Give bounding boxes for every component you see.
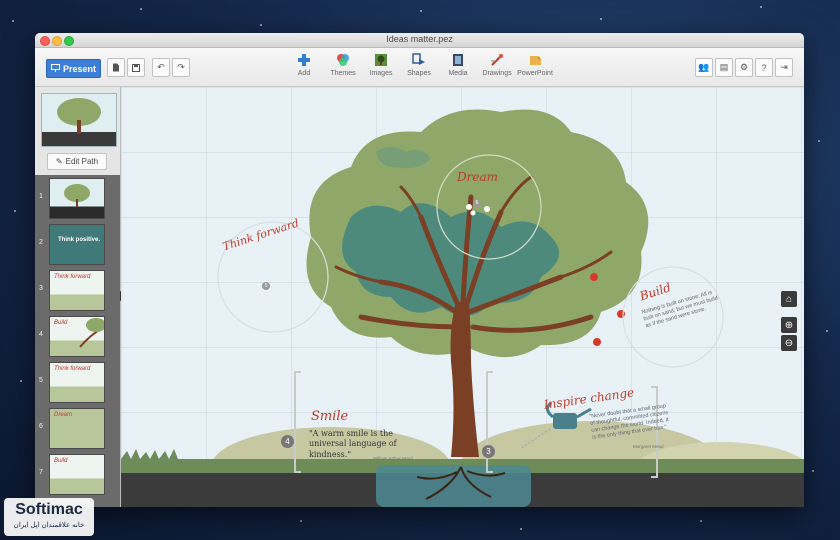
slide-number: 4 bbox=[39, 331, 43, 338]
print-button[interactable]: ▤ bbox=[715, 58, 733, 77]
overview-thumbnail[interactable] bbox=[41, 93, 117, 147]
smile-title: Smile bbox=[311, 409, 349, 424]
tool-themes[interactable]: Themes bbox=[325, 53, 361, 77]
app-window: Ideas matter.pez Present ↶ ↷ Add Themes … bbox=[35, 33, 804, 507]
save-button[interactable] bbox=[127, 58, 145, 77]
images-icon bbox=[375, 54, 387, 66]
redo-icon: ↷ bbox=[177, 62, 185, 72]
tool-shapes[interactable]: Shapes bbox=[401, 53, 437, 77]
powerpoint-icon bbox=[530, 56, 541, 65]
zoom-out-button[interactable]: ⊖ bbox=[781, 335, 797, 351]
help-button[interactable]: ? bbox=[755, 58, 773, 77]
tool-images-label: Images bbox=[369, 70, 393, 77]
collaborate-button[interactable]: 👥 bbox=[695, 58, 713, 77]
watermark-tagline: خانه علاقمندان اپل ایران bbox=[13, 522, 85, 529]
home-button[interactable]: ⌂ bbox=[781, 291, 797, 307]
tool-powerpoint-label: PowerPoint bbox=[517, 70, 553, 77]
undo-button[interactable]: ↶ bbox=[152, 58, 170, 77]
slide-thumbnail-6[interactable]: Dream bbox=[49, 408, 105, 449]
slide-thumbnail-7[interactable]: Build bbox=[49, 454, 105, 495]
slide-thumbnail-1[interactable] bbox=[49, 178, 105, 219]
exit-icon: ⇥ bbox=[780, 62, 788, 72]
slide-7-title: Build bbox=[54, 458, 68, 464]
slide-thumbnail-2[interactable]: Think positive. bbox=[49, 224, 105, 265]
present-button[interactable]: Present bbox=[46, 59, 101, 78]
dream-step-number[interactable]: 6 bbox=[473, 199, 481, 207]
slide-number: 7 bbox=[39, 469, 43, 476]
smile-step-number[interactable]: 4 bbox=[281, 435, 294, 448]
zoom-out-icon: ⊖ bbox=[784, 337, 794, 349]
pencil-icon: ✎ bbox=[55, 157, 63, 166]
home-icon: ⌂ bbox=[785, 293, 793, 305]
media-icon bbox=[453, 54, 463, 66]
slide-number: 3 bbox=[39, 285, 43, 292]
tool-media-label: Media bbox=[448, 70, 468, 77]
slide-5-title: Think forward bbox=[54, 366, 91, 372]
think-forward-step-number[interactable]: 5 bbox=[262, 282, 270, 290]
tool-drawings-label: Drawings bbox=[482, 70, 512, 77]
gear-icon: ⚙ bbox=[739, 62, 749, 72]
help-icon: ? bbox=[761, 62, 767, 73]
slide-thumbnail-4[interactable]: Build bbox=[49, 316, 105, 357]
tool-media[interactable]: Media bbox=[440, 53, 476, 77]
slide-number: 2 bbox=[39, 239, 43, 246]
slide-2-title: Think positive. bbox=[58, 237, 101, 243]
zoom-in-button[interactable]: ⊕ bbox=[781, 317, 797, 333]
slide-3-title: Think forward bbox=[54, 274, 91, 280]
zoom-in-icon: ⊕ bbox=[784, 319, 794, 331]
slide-number: 6 bbox=[39, 423, 43, 430]
tool-images[interactable]: Images bbox=[363, 53, 399, 77]
title-bar: Ideas matter.pez bbox=[35, 33, 804, 48]
presentation-canvas[interactable]: Dream 6 Think forward 5 Build Nothing is… bbox=[121, 87, 804, 507]
file-icon bbox=[113, 63, 119, 72]
watermark-logo: Softimac خانه علاقمندان اپل ایران bbox=[4, 498, 94, 536]
plus-icon bbox=[298, 54, 310, 66]
print-icon: ▤ bbox=[719, 62, 729, 72]
inspire-change-step-number[interactable]: 3 bbox=[482, 445, 495, 458]
drawings-icon bbox=[491, 54, 503, 66]
themes-icon bbox=[337, 54, 349, 66]
tool-themes-label: Themes bbox=[330, 70, 356, 77]
slide-number: 5 bbox=[39, 377, 43, 384]
shapes-icon bbox=[412, 53, 425, 65]
present-label: Present bbox=[62, 63, 97, 74]
redo-button[interactable]: ↷ bbox=[172, 58, 190, 77]
slide-thumbnail-5[interactable]: Think forward bbox=[49, 362, 105, 403]
present-icon bbox=[50, 63, 60, 74]
toolbar: Present ↶ ↷ Add Themes Images Shapes Med… bbox=[35, 48, 804, 87]
people-icon: 👥 bbox=[698, 62, 710, 72]
new-file-button[interactable] bbox=[107, 58, 125, 77]
edit-path-label: Edit Path bbox=[65, 157, 99, 166]
settings-button[interactable]: ⚙ bbox=[735, 58, 753, 77]
tool-add-label: Add bbox=[297, 70, 311, 77]
dream-title: Dream bbox=[457, 170, 498, 184]
slide-6-title: Dream bbox=[54, 412, 73, 418]
watermark-brand: Softimac bbox=[15, 501, 83, 518]
undo-icon: ↶ bbox=[157, 62, 165, 72]
exit-button[interactable]: ⇥ bbox=[775, 58, 793, 77]
tool-powerpoint[interactable]: PowerPoint bbox=[517, 53, 553, 77]
slide-number: 1 bbox=[39, 193, 43, 200]
slide-1-tree-image bbox=[64, 184, 90, 207]
slide-list: 1 2 Think positive. 3 Think forward 4 Bu… bbox=[35, 175, 120, 507]
inspire-change-author: Margaret Mead bbox=[633, 444, 664, 449]
path-sidebar: ✎ Edit Path 1 2 Think positive. 3 Think … bbox=[35, 87, 121, 507]
edit-path-button[interactable]: ✎ Edit Path bbox=[47, 153, 107, 170]
tool-drawings[interactable]: Drawings bbox=[479, 53, 515, 77]
overview-tree-image bbox=[42, 98, 116, 146]
smile-author: William Arthur Ward bbox=[373, 456, 413, 461]
tool-add[interactable]: Add bbox=[286, 53, 322, 77]
slide-4-branch-image bbox=[79, 318, 104, 348]
slide-thumbnail-3[interactable]: Think forward bbox=[49, 270, 105, 311]
tool-shapes-label: Shapes bbox=[407, 70, 431, 77]
save-icon bbox=[132, 63, 140, 72]
window-title: Ideas matter.pez bbox=[386, 34, 453, 44]
